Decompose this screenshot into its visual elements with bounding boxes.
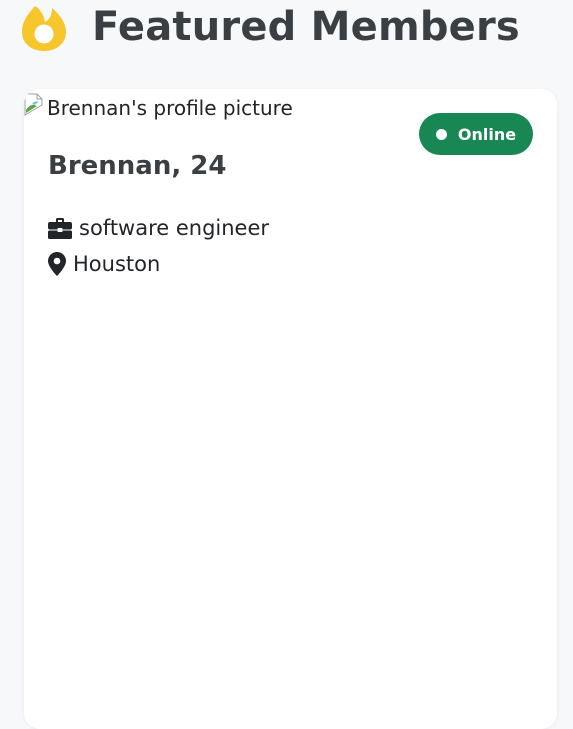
member-card[interactable]: Brennan's profile picture Online Brennan…: [24, 89, 557, 729]
status-dot-icon: [435, 128, 447, 140]
page-title: Featured Members: [92, 4, 520, 50]
briefcase-icon: [48, 218, 72, 239]
status-label: Online: [457, 124, 517, 144]
location-pin-icon: [48, 252, 66, 276]
occupation-text: software engineer: [79, 216, 270, 240]
broken-image-icon: [24, 93, 43, 116]
location-row: Houston: [48, 252, 160, 276]
member-name-age: Brennan, 24: [48, 151, 227, 181]
page-header: Featured Members: [22, 0, 520, 54]
flame-icon: [22, 6, 66, 51]
profile-picture[interactable]: Brennan's profile picture: [24, 93, 293, 123]
status-badge: Online: [419, 113, 533, 155]
location-text: Houston: [73, 252, 161, 276]
occupation-row: software engineer: [48, 216, 269, 240]
profile-picture-alt-text: Brennan's profile picture: [47, 96, 293, 120]
